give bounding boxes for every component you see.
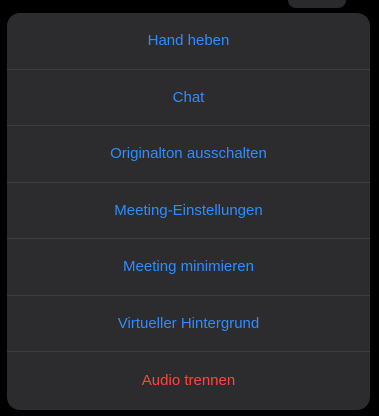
raise-hand-label: Hand heben <box>147 32 230 50</box>
meeting-settings-label: Meeting-Einstellungen <box>114 201 263 219</box>
chat-label: Chat <box>172 88 205 106</box>
disconnect-audio-label: Audio trennen <box>141 371 236 389</box>
original-sound-button[interactable]: Originalton ausschalten <box>7 126 370 183</box>
raise-hand-button[interactable]: Hand heben <box>7 13 370 70</box>
disconnect-audio-button[interactable]: Audio trennen <box>7 352 370 409</box>
screen: Hand heben Chat Originalton ausschalten … <box>0 0 379 416</box>
virtual-background-button[interactable]: Virtueller Hintergrund <box>7 296 370 352</box>
virtual-background-label: Virtueller Hintergrund <box>117 314 260 332</box>
chat-button[interactable]: Chat <box>7 70 370 126</box>
original-sound-label: Originalton ausschalten <box>110 145 267 163</box>
action-sheet: Hand heben Chat Originalton ausschalten … <box>7 13 370 410</box>
meeting-settings-button[interactable]: Meeting-Einstellungen <box>7 183 370 239</box>
minimize-meeting-button[interactable]: Meeting minimieren <box>7 239 370 296</box>
minimize-meeting-label: Meeting minimieren <box>123 258 254 276</box>
background-control <box>288 0 346 8</box>
